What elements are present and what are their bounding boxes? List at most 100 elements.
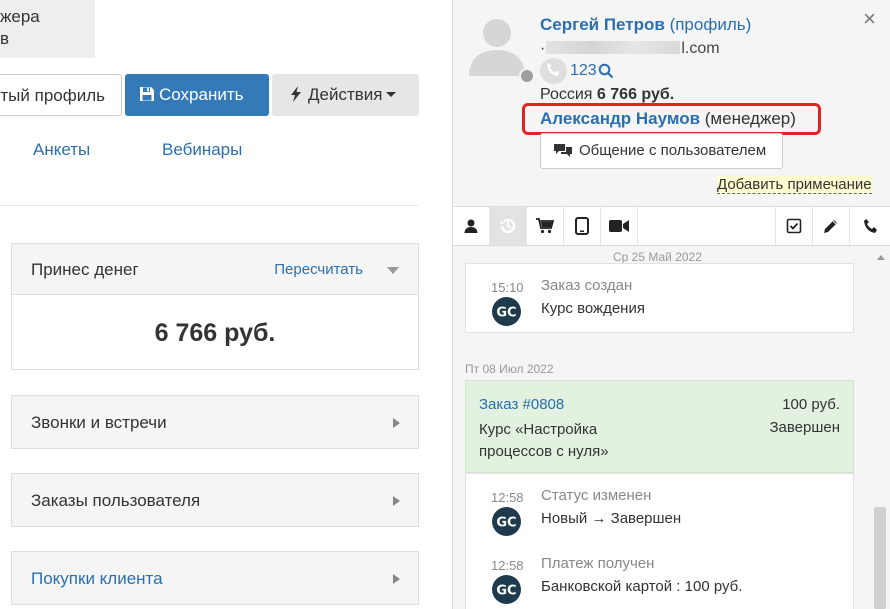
scroll-up-arrow-icon[interactable] xyxy=(877,255,885,260)
date-separator: Пт 08 Июл 2022 xyxy=(465,362,554,376)
tab-history[interactable] xyxy=(490,207,527,245)
tab-devices[interactable] xyxy=(564,207,601,245)
orders-panel-title: Заказы пользователя xyxy=(31,491,201,510)
user-name-line: Сергей Петров (профиль) xyxy=(540,15,751,35)
event-text: Банковской картой : 100 руб. xyxy=(541,578,743,595)
phone-icon xyxy=(863,219,877,233)
getcourse-logo-icon: GC xyxy=(492,575,521,604)
order-description-line-2: процессов с нуля» xyxy=(479,443,609,460)
money-panel-title: Принес денег xyxy=(31,260,139,279)
purchases-panel[interactable]: Покупки клиента xyxy=(11,551,419,605)
side-panel-toolbar xyxy=(453,206,890,246)
history-event: 12:58 GC Платеж получен Банковской карто… xyxy=(466,542,853,609)
event-title: Статус изменен xyxy=(541,487,652,504)
open-profile-label: тый профиль xyxy=(0,86,105,105)
chat-with-user-button[interactable]: Общение с пользователем xyxy=(540,133,783,169)
tab-edit[interactable] xyxy=(812,207,849,245)
actions-label: Действия xyxy=(308,85,383,104)
video-camera-icon xyxy=(609,220,629,232)
chat-bubbles-icon xyxy=(554,144,572,157)
purchases-panel-header: Покупки клиента xyxy=(12,552,418,606)
history-card: 12:58 GC Статус изменен Новый → Завершен… xyxy=(465,473,854,609)
event-time: 15:10 xyxy=(491,280,524,295)
manager-line: Александр Наумов (менеджер) xyxy=(540,109,796,129)
event-time: 12:58 xyxy=(491,490,524,505)
orders-panel[interactable]: Заказы пользователя xyxy=(11,473,419,527)
order-price: 100 руб. xyxy=(782,396,840,413)
user-total-paid: 6 766 руб. xyxy=(596,86,675,103)
calls-panel[interactable]: Звонки и встречи xyxy=(11,395,419,449)
user-country: Россия xyxy=(540,86,593,103)
save-label: Сохранить xyxy=(159,85,244,104)
user-email: · l.com xyxy=(540,40,720,58)
tab-call[interactable] xyxy=(849,207,890,245)
event-text: Новый → Завершен xyxy=(541,510,682,527)
money-panel-header[interactable]: Принес денег Пересчитать xyxy=(12,244,418,295)
date-separator: Ср 25 Май 2022 xyxy=(613,250,702,264)
purchases-panel-title: Покупки клиента xyxy=(31,569,163,588)
expand-triangle-icon xyxy=(393,496,400,506)
open-profile-button[interactable]: тый профиль xyxy=(0,74,122,116)
user-icon xyxy=(464,219,478,233)
history-card: 15:10 GC Заказ создан Курс вождения xyxy=(465,263,854,333)
scrollbar-thumb[interactable] xyxy=(874,507,886,609)
phone-line: 123 xyxy=(540,58,614,84)
expand-triangle-icon xyxy=(393,418,400,428)
pencil-icon xyxy=(824,220,837,233)
note-line-1: жера xyxy=(0,7,40,26)
profile-link[interactable]: (профиль) xyxy=(670,15,752,34)
order-link[interactable]: Заказ #0808 xyxy=(479,396,564,413)
offline-status-dot xyxy=(519,68,535,84)
add-note-link[interactable]: Добавить примечание xyxy=(717,176,872,194)
user-name-link[interactable]: Сергей Петров xyxy=(540,15,665,34)
event-text: Курс вождения xyxy=(541,300,645,317)
tab-orders[interactable] xyxy=(527,207,564,245)
divider xyxy=(0,205,418,206)
order-description: Курс «Настройка процессов с нуля» xyxy=(479,419,679,463)
event-time: 12:58 xyxy=(491,558,524,573)
email-prefix: · xyxy=(540,40,546,57)
user-side-panel: × Сергей Петров (профиль) · l.com 123 Рос… xyxy=(452,0,890,609)
note-line-2: в xyxy=(0,29,10,48)
calls-panel-header: Звонки и встречи xyxy=(12,396,418,450)
actions-dropdown-button[interactable]: Действия xyxy=(272,74,419,116)
floppy-disk-icon xyxy=(140,87,154,101)
tab-questionnaires[interactable]: Анкеты xyxy=(33,140,90,160)
email-redacted xyxy=(546,41,681,54)
tab-tasks[interactable] xyxy=(775,207,812,245)
getcourse-logo-icon: GC xyxy=(492,507,521,536)
history-event: 12:58 GC Статус изменен Новый → Завершен xyxy=(466,474,853,542)
collapse-triangle-icon[interactable] xyxy=(387,267,399,274)
calls-panel-title: Звонки и встречи xyxy=(31,413,167,432)
recalculate-link[interactable]: Пересчитать xyxy=(274,244,363,295)
history-feed: Ср 25 Май 2022 15:10 GC Заказ создан Кур… xyxy=(453,247,890,609)
phone-number[interactable]: 123 xyxy=(570,62,597,79)
save-button[interactable]: Сохранить xyxy=(125,74,269,116)
close-icon[interactable]: × xyxy=(863,8,876,30)
cart-icon xyxy=(536,218,554,234)
tab-user-info[interactable] xyxy=(453,207,490,245)
manager-name-link[interactable]: Александр Наумов xyxy=(540,109,700,128)
email-suffix: l.com xyxy=(681,40,720,57)
search-icon[interactable] xyxy=(598,63,614,79)
manager-role: (менеджер) xyxy=(704,109,796,128)
user-card-main: жера в тый профиль Сохранить Действия Ан… xyxy=(0,0,452,609)
getcourse-logo-icon: GC xyxy=(492,297,521,326)
svg-text:GC: GC xyxy=(496,306,516,321)
phone-icon[interactable] xyxy=(540,58,567,84)
event-title: Платеж получен xyxy=(541,555,655,572)
tab-webinars[interactable]: Вебинары xyxy=(162,140,242,160)
checkbox-icon xyxy=(786,218,802,234)
order-status: Завершен xyxy=(769,419,840,436)
avatar-placeholder-icon xyxy=(469,19,525,76)
history-event: 15:10 GC Заказ создан Курс вождения xyxy=(466,264,853,332)
lightning-icon xyxy=(291,86,301,102)
tab-video[interactable] xyxy=(601,207,638,245)
svg-text:GC: GC xyxy=(496,584,516,599)
svg-text:GC: GC xyxy=(496,516,516,531)
note-box: жера в xyxy=(0,0,95,58)
money-amount: 6 766 руб. xyxy=(12,295,418,369)
order-card[interactable]: Заказ #0808 100 руб. Курс «Настройка про… xyxy=(465,380,854,473)
history-icon xyxy=(500,218,516,234)
expand-triangle-icon xyxy=(393,574,400,584)
